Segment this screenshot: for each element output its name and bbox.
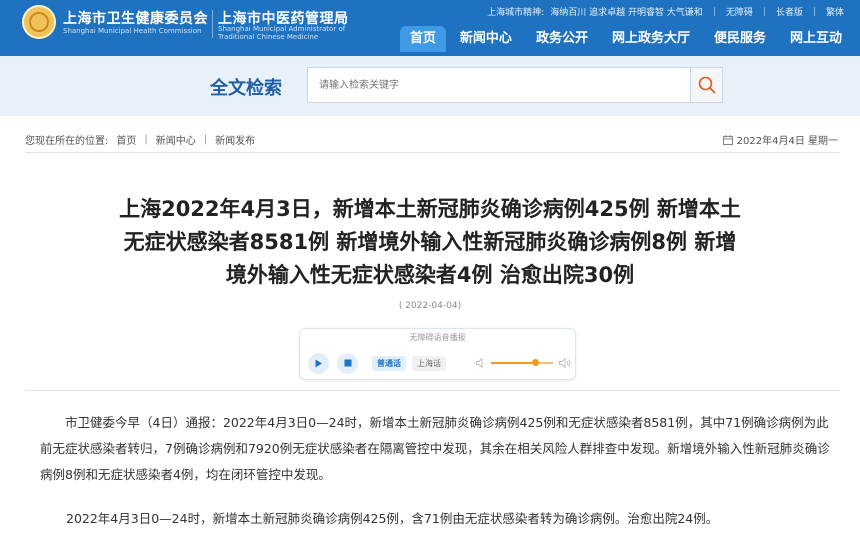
stop-button[interactable] xyxy=(337,352,358,374)
org-name-health-commission-en: Shanghai Municipal Health Commission xyxy=(63,27,202,35)
top-utility-links: 上海城市精神: 海纳百川 追求卓越 开明睿智 大气谦和 | 无障碍 | 长者版 … xyxy=(487,5,844,19)
nav-citizen-services[interactable]: 便民服务 xyxy=(704,26,776,52)
nav-home[interactable]: 首页 xyxy=(399,26,446,52)
play-icon xyxy=(315,359,322,367)
nav-online-services-hall[interactable]: 网上政务大厅 xyxy=(602,26,700,52)
org-name-tcm-admin-en: Shanghai Municipal Administrator of Trad… xyxy=(218,25,346,41)
article-title-line: 境外输入性无症状感染者4例 治愈出院30例 xyxy=(225,263,635,287)
elder-mode-link[interactable]: 长者版 xyxy=(776,5,803,18)
audio-player: 无障碍语音播报 普通话 上海话 xyxy=(299,328,576,380)
org-name-health-commission[interactable]: 上海市卫生健康委员会 xyxy=(63,8,208,28)
article-paragraph: 市卫健委今早（4日）通报：2022年4月3日0—24时，新增本土新冠肺炎确诊病例… xyxy=(40,415,830,482)
article-title-line: 上海2022年4月3日，新增本土新冠肺炎确诊病例425例 新增本土 xyxy=(119,197,741,221)
search-band: 全文检索 xyxy=(0,56,860,116)
publish-date: ( 2022-04-04) xyxy=(398,301,462,311)
volume-low-icon[interactable] xyxy=(476,358,485,368)
article-title-line: 无症状感染者8581例 新增境外输入性新冠肺炎确诊病例8例 新增 xyxy=(123,230,737,254)
search-input[interactable] xyxy=(308,68,691,102)
city-spirit-text: 海纳百川 追求卓越 开明睿智 大气谦和 xyxy=(550,8,703,18)
accessibility-link[interactable]: 无障碍 xyxy=(726,5,753,18)
breadcrumb-home[interactable]: 首页 xyxy=(116,132,136,147)
breadcrumb: 您现在所在的位置: 首页 | 新闻中心 | 新闻发布 xyxy=(25,132,256,147)
stop-icon xyxy=(344,359,351,367)
play-button[interactable] xyxy=(308,352,329,374)
volume-high-icon[interactable] xyxy=(559,358,571,368)
search-icon xyxy=(698,76,715,94)
audio-player-label: 无障碍语音播报 xyxy=(409,333,466,342)
search-title: 全文检索 xyxy=(210,78,282,99)
site-header: 上海市卫生健康委员会 Shanghai Municipal Health Com… xyxy=(0,0,860,56)
nav-online-interaction[interactable]: 网上互动 xyxy=(780,26,852,52)
city-spirit-label: 上海城市精神: xyxy=(487,8,545,18)
current-date-text: 2022年4月4日 星期一 xyxy=(736,136,838,147)
main-nav: 首页 新闻中心 政务公开 网上政务大厅 便民服务 网上互动 xyxy=(396,26,852,52)
current-date: 2022年4月4日 星期一 xyxy=(722,132,838,147)
traditional-chinese-link[interactable]: 繁体 xyxy=(826,5,844,18)
org-divider xyxy=(212,10,213,38)
nav-news-center[interactable]: 新闻中心 xyxy=(450,26,522,52)
emblem-logo-icon[interactable] xyxy=(22,5,56,39)
nav-government-affairs[interactable]: 政务公开 xyxy=(526,26,598,52)
volume-slider-handle[interactable] xyxy=(532,359,540,366)
search-box xyxy=(307,67,692,103)
volume-slider[interactable] xyxy=(491,359,553,366)
article-paragraph: 2022年4月3日0—24时，新增本土新冠肺炎确诊病例425例，含71例由无症状… xyxy=(66,511,719,526)
mandarin-toggle[interactable]: 普通话 xyxy=(372,355,406,371)
search-button[interactable] xyxy=(690,67,723,103)
volume-control xyxy=(476,358,571,368)
article-title: 上海2022年4月3日，新增本土新冠肺炎确诊病例425例 新增本土 无症状感染者… xyxy=(100,193,760,292)
calendar-icon xyxy=(722,134,733,145)
divider xyxy=(25,390,840,391)
breadcrumb-news-center[interactable]: 新闻中心 xyxy=(156,132,196,147)
breadcrumb-news-release[interactable]: 新闻发布 xyxy=(215,132,255,147)
shanghainese-toggle[interactable]: 上海话 xyxy=(412,355,446,371)
divider xyxy=(25,152,840,153)
breadcrumb-prefix: 您现在所在的位置: xyxy=(25,136,109,147)
